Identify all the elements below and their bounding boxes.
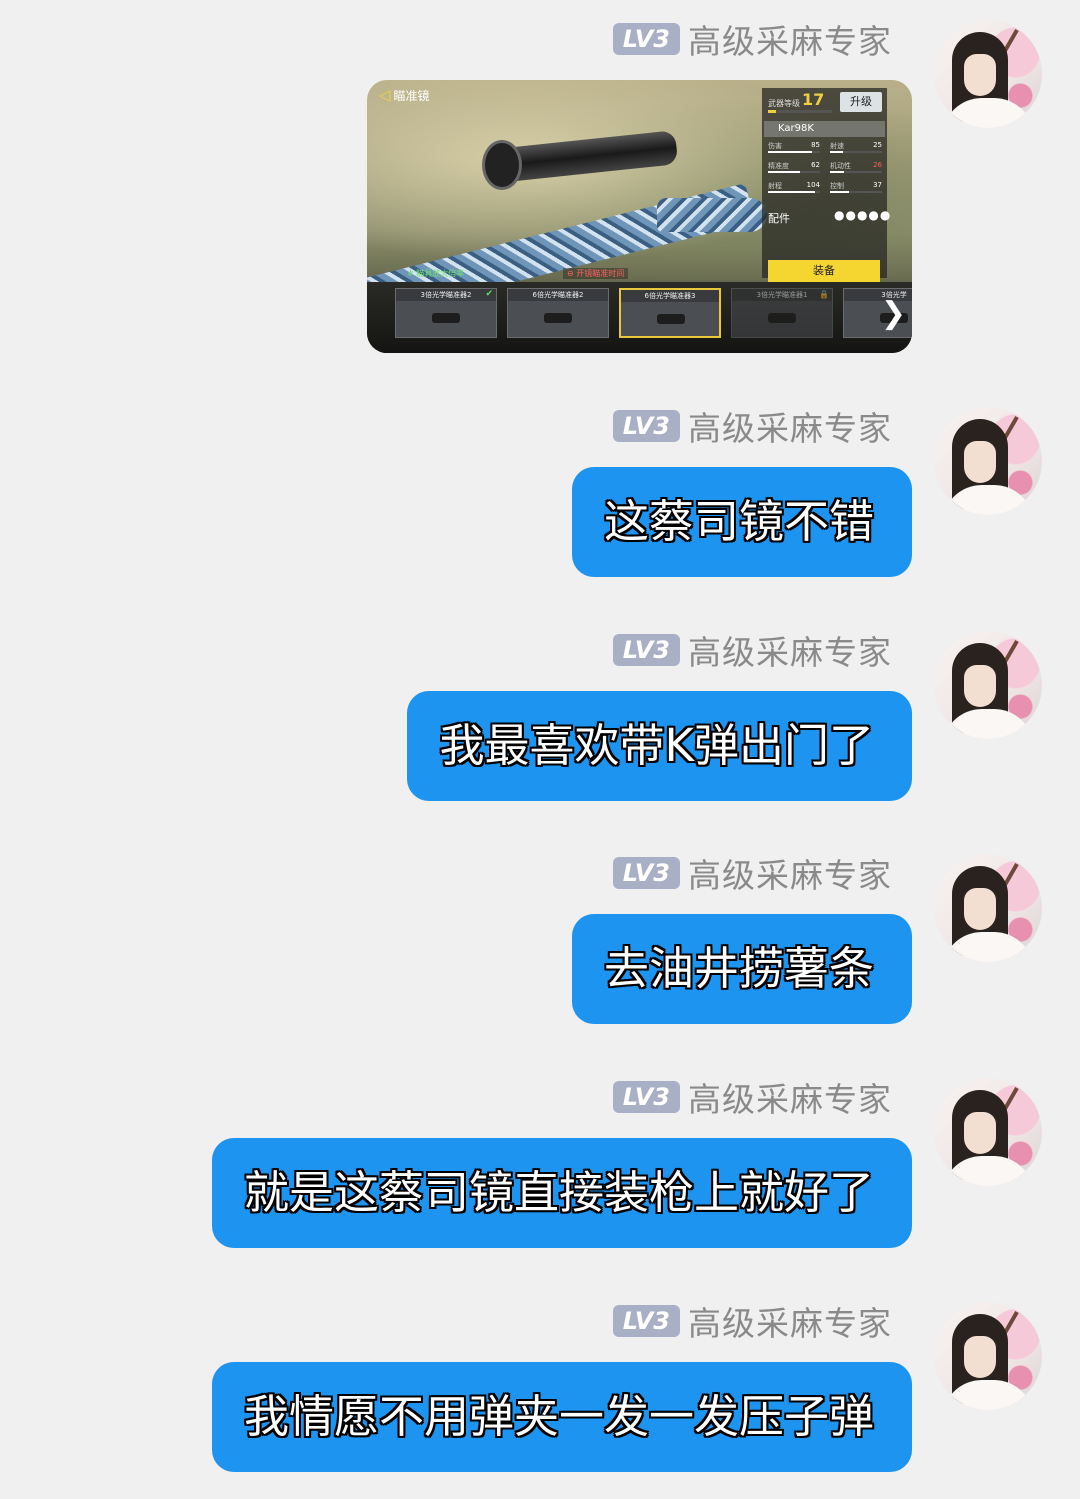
message-bubble[interactable]: 去油井捞薯条 [571, 914, 912, 1024]
sender-row: LV3 高级采麻专家 [612, 406, 892, 448]
avatar[interactable] [934, 1078, 1042, 1186]
level-badge: LV3 [612, 1081, 680, 1113]
weapon-level-label: 武器等级 [768, 99, 800, 108]
avatar[interactable] [934, 407, 1042, 515]
stat-label: 伤害 [768, 142, 782, 150]
stat-value: 26 [873, 161, 882, 169]
stat-row: 控制 37 [830, 181, 882, 193]
upgrade-button[interactable]: 升级 [840, 92, 882, 112]
scope-icon [432, 313, 460, 323]
stat-value: 85 [811, 141, 820, 149]
weapon-panel: 武器等级 17 升级 Kar98K 伤害 85 射速 25 精准度 62 机动性 26 射程 10… [762, 88, 890, 282]
scope-icon [657, 314, 685, 324]
back-arrow-icon: ◁ [379, 86, 391, 104]
stat-bar [830, 171, 882, 173]
avatar[interactable] [934, 1302, 1042, 1410]
sender-name: 高级采麻专家 [688, 856, 892, 895]
sender-row: LV3 高级采麻专家 [612, 853, 892, 895]
level-badge: LV3 [612, 634, 680, 666]
stat-bar [768, 191, 820, 193]
stat-row: 伤害 85 [768, 141, 820, 153]
attachments-label: 配件 [768, 212, 790, 225]
sender-row: LV3 高级采麻专家 [612, 630, 892, 672]
stat-value: 104 [806, 181, 820, 189]
stat-bar [830, 151, 882, 153]
stat-label: 机动性 [830, 162, 851, 170]
sender-row: LV3 高级采麻专家 [612, 1301, 892, 1343]
scope-slot[interactable]: 3倍光学瞄准器1 🔒 [731, 288, 833, 338]
message-bubble[interactable]: 我最喜欢带K弹出门了 [407, 691, 912, 801]
avatar[interactable] [934, 854, 1042, 962]
gun-name: Kar98K [764, 121, 885, 137]
scope-icon [768, 313, 796, 323]
sender-name: 高级采麻专家 [688, 633, 892, 672]
next-arrow-icon[interactable]: ❯ [881, 296, 906, 331]
stat-bar [768, 171, 820, 173]
game-screenshot[interactable]: ◁ 瞄准镜 武器等级 17 升级 Kar98K 伤害 85 射速 25 精准度 62 机动性… [367, 80, 912, 353]
message-bubble[interactable]: 这蔡司镜不错 [571, 467, 912, 577]
stat-row: 射速 25 [830, 141, 882, 153]
avatar[interactable] [934, 631, 1042, 739]
stat-bar [768, 151, 820, 153]
stat-value: 62 [811, 161, 820, 169]
scope-label: 3倍光学瞄准器2 [396, 289, 496, 301]
stat-row: 机动性 26 [830, 161, 882, 173]
stat-value: 25 [873, 141, 882, 149]
sender-name: 高级采麻专家 [688, 409, 892, 448]
stat-label: 射速 [830, 142, 844, 150]
hint-positive: ✲ 瞄具放大倍率 [407, 269, 465, 278]
stat-row: 精准度 62 [768, 161, 820, 173]
attachments-dots: ●●●●● [834, 208, 892, 222]
sender-name: 高级采麻专家 [688, 1080, 892, 1119]
stat-bar [830, 191, 882, 193]
scope-strip: 3倍光学瞄准器2 ✔ 6倍光学瞄准器2 6倍光学瞄准器3 3倍光学瞄准器1 🔒 3倍光学 ❯ [367, 282, 912, 353]
check-icon: ✔ [485, 289, 493, 299]
scope-icon [544, 313, 572, 323]
sender-name: 高级采麻专家 [688, 22, 892, 61]
level-badge: LV3 [612, 23, 680, 55]
sender-row: LV3 高级采麻专家 [612, 19, 892, 61]
avatar[interactable] [934, 20, 1042, 128]
weapon-level: 17 [802, 90, 825, 109]
screen-title: ◁ 瞄准镜 [379, 86, 430, 104]
scope-slot[interactable]: 6倍光学瞄准器3 [619, 288, 721, 338]
stat-label: 精准度 [768, 162, 789, 170]
weapon-level-bar [768, 110, 832, 113]
lock-icon: 🔒 [819, 290, 829, 299]
message-bubble[interactable]: 就是这蔡司镜直接装枪上就好了 [211, 1138, 912, 1248]
scope-label: 3倍光学瞄准器1 [732, 289, 832, 301]
scope-slot[interactable]: 3倍光学瞄准器2 ✔ [395, 288, 497, 338]
stat-label: 控制 [830, 182, 844, 190]
scope-label: 6倍光学瞄准器2 [508, 289, 608, 301]
level-badge: LV3 [612, 410, 680, 442]
equip-button[interactable]: 装备 [768, 260, 880, 282]
sender-name: 高级采麻专家 [688, 1304, 892, 1343]
scope-label: 6倍光学瞄准器3 [621, 290, 719, 302]
message-bubble[interactable]: 我情愿不用弹夹一发一发压子弹 [211, 1362, 912, 1472]
stat-value: 37 [873, 181, 882, 189]
stat-row: 射程 104 [768, 181, 820, 193]
scope-slot[interactable]: 6倍光学瞄准器2 [507, 288, 609, 338]
sender-row: LV3 高级采麻专家 [612, 1077, 892, 1119]
level-badge: LV3 [612, 857, 680, 889]
hint-negative: ⊖ 开镜瞄准时间 [563, 268, 629, 279]
stat-label: 射程 [768, 182, 782, 190]
level-badge: LV3 [612, 1305, 680, 1337]
